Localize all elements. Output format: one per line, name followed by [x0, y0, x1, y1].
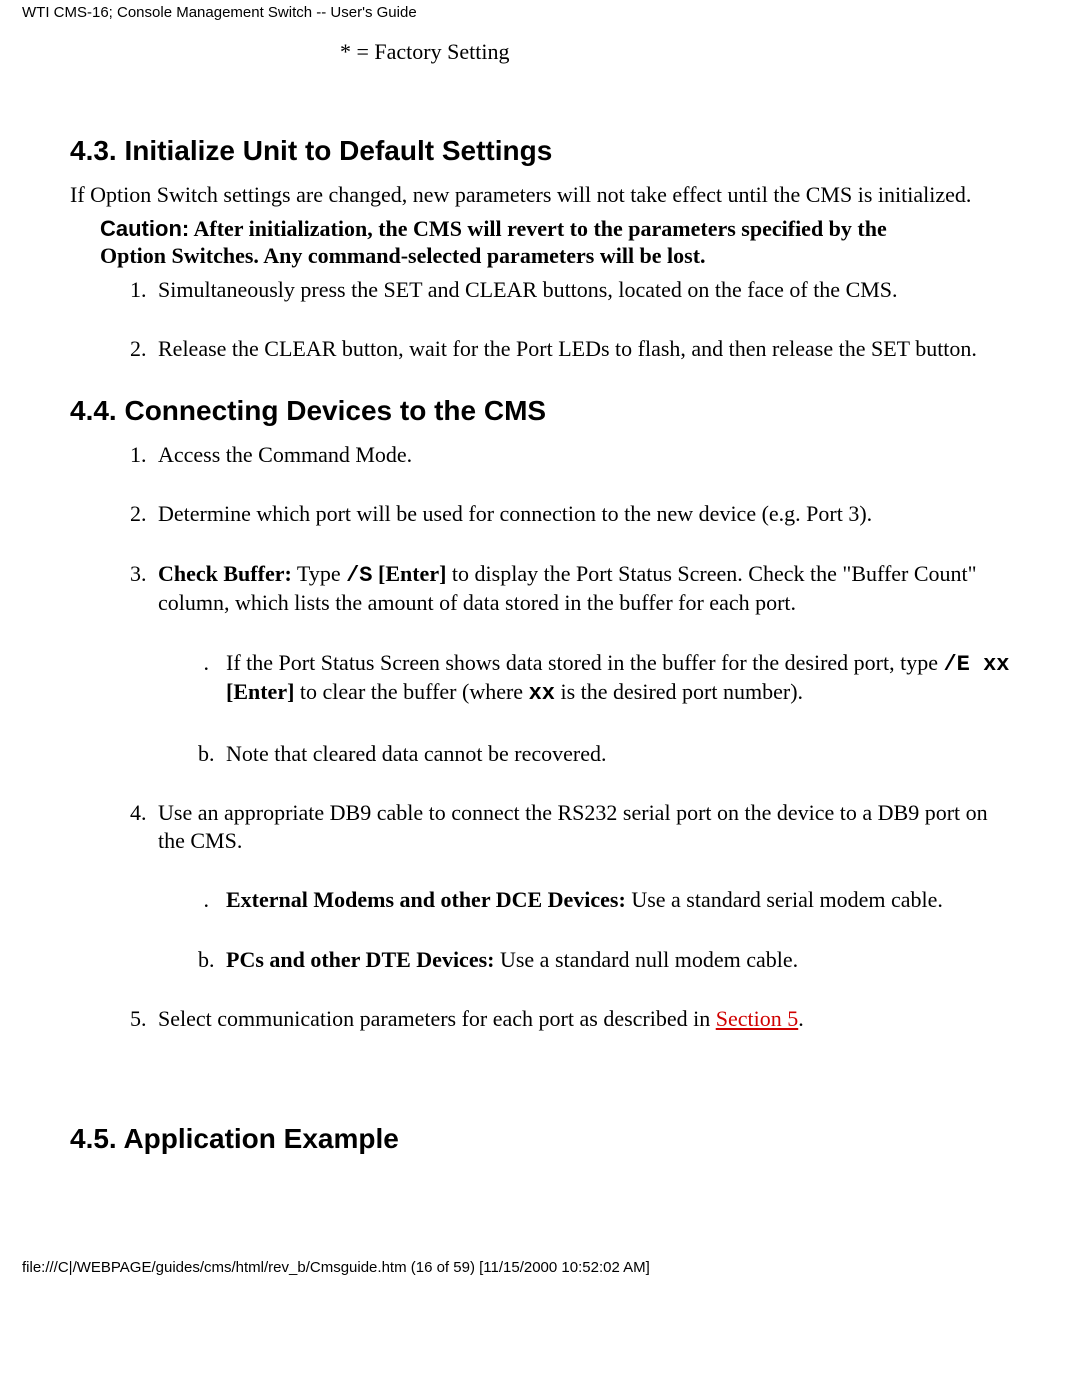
steps-4-3: Simultaneously press the SET and CLEAR b…: [70, 276, 1010, 363]
substep-4-4-4-b: PCs and other DTE Devices: Use a standar…: [220, 946, 1010, 974]
substep-4-4-3-b: Note that cleared data cannot be recover…: [220, 740, 1010, 768]
sub-a-pre: If the Port Status Screen shows data sto…: [226, 650, 943, 675]
step5-pre: Select communication parameters for each…: [158, 1006, 716, 1031]
substeps-4-4-4: External Modems and other DCE Devices: U…: [158, 886, 1010, 973]
step5-post: .: [798, 1006, 804, 1031]
caution-label: Caution:: [100, 216, 189, 241]
enter1: [Enter]: [373, 561, 447, 586]
link-section-5[interactable]: Section 5: [716, 1006, 799, 1031]
intro-4-3: If Option Switch settings are changed, n…: [70, 181, 1010, 209]
cmd-e-xx: /E xx: [943, 652, 1009, 677]
ext-modem-label: External Modems and other DCE Devices:: [226, 887, 626, 912]
xx: xx: [529, 681, 555, 706]
heading-4-3: 4.3. Initialize Unit to Default Settings: [70, 135, 1010, 167]
step-4-3-1: Simultaneously press the SET and CLEAR b…: [152, 276, 1010, 304]
pc-dte-text: Use a standard null modem cable.: [494, 947, 798, 972]
factory-note: * = Factory Setting: [70, 39, 1010, 65]
step3-text-a: Type: [292, 561, 346, 586]
check-buffer-label: Check Buffer:: [158, 561, 292, 586]
page-header: WTI CMS-16; Console Management Switch --…: [0, 0, 1080, 25]
step-4-4-1: Access the Command Mode.: [152, 441, 1010, 469]
heading-4-5: 4.5. Application Example: [70, 1123, 1010, 1155]
page-content: * = Factory Setting 4.3. Initialize Unit…: [0, 39, 1080, 1155]
caution-4-3: Caution: After initialization, the CMS w…: [100, 215, 940, 270]
step-4-4-5: Select communication parameters for each…: [152, 1005, 1010, 1033]
cmd-s: /S: [346, 563, 372, 588]
substep-4-4-3-a: If the Port Status Screen shows data sto…: [220, 649, 1010, 708]
page-footer: file:///C|/WEBPAGE/guides/cms/html/rev_b…: [0, 1169, 1080, 1286]
steps-4-4: Access the Command Mode. Determine which…: [70, 441, 1010, 1033]
sub-a-mid: to clear the buffer (where: [294, 679, 528, 704]
step-4-4-4: Use an appropriate DB9 cable to connect …: [152, 799, 1010, 973]
step-4-4-2: Determine which port will be used for co…: [152, 500, 1010, 528]
pc-dte-label: PCs and other DTE Devices:: [226, 947, 494, 972]
ext-modem-text: Use a standard serial modem cable.: [626, 887, 943, 912]
step-4-3-2: Release the CLEAR button, wait for the P…: [152, 335, 1010, 363]
step-4-4-3: Check Buffer: Type /S [Enter] to display…: [152, 560, 1010, 768]
substeps-4-4-3: If the Port Status Screen shows data sto…: [158, 649, 1010, 768]
substep-4-4-4-a: External Modems and other DCE Devices: U…: [220, 886, 1010, 914]
caution-text: After initialization, the CMS will rever…: [100, 216, 887, 269]
enter2: [Enter]: [226, 679, 294, 704]
step4-text: Use an appropriate DB9 cable to connect …: [158, 800, 988, 853]
heading-4-4: 4.4. Connecting Devices to the CMS: [70, 395, 1010, 427]
sub-a-end: is the desired port number).: [555, 679, 803, 704]
